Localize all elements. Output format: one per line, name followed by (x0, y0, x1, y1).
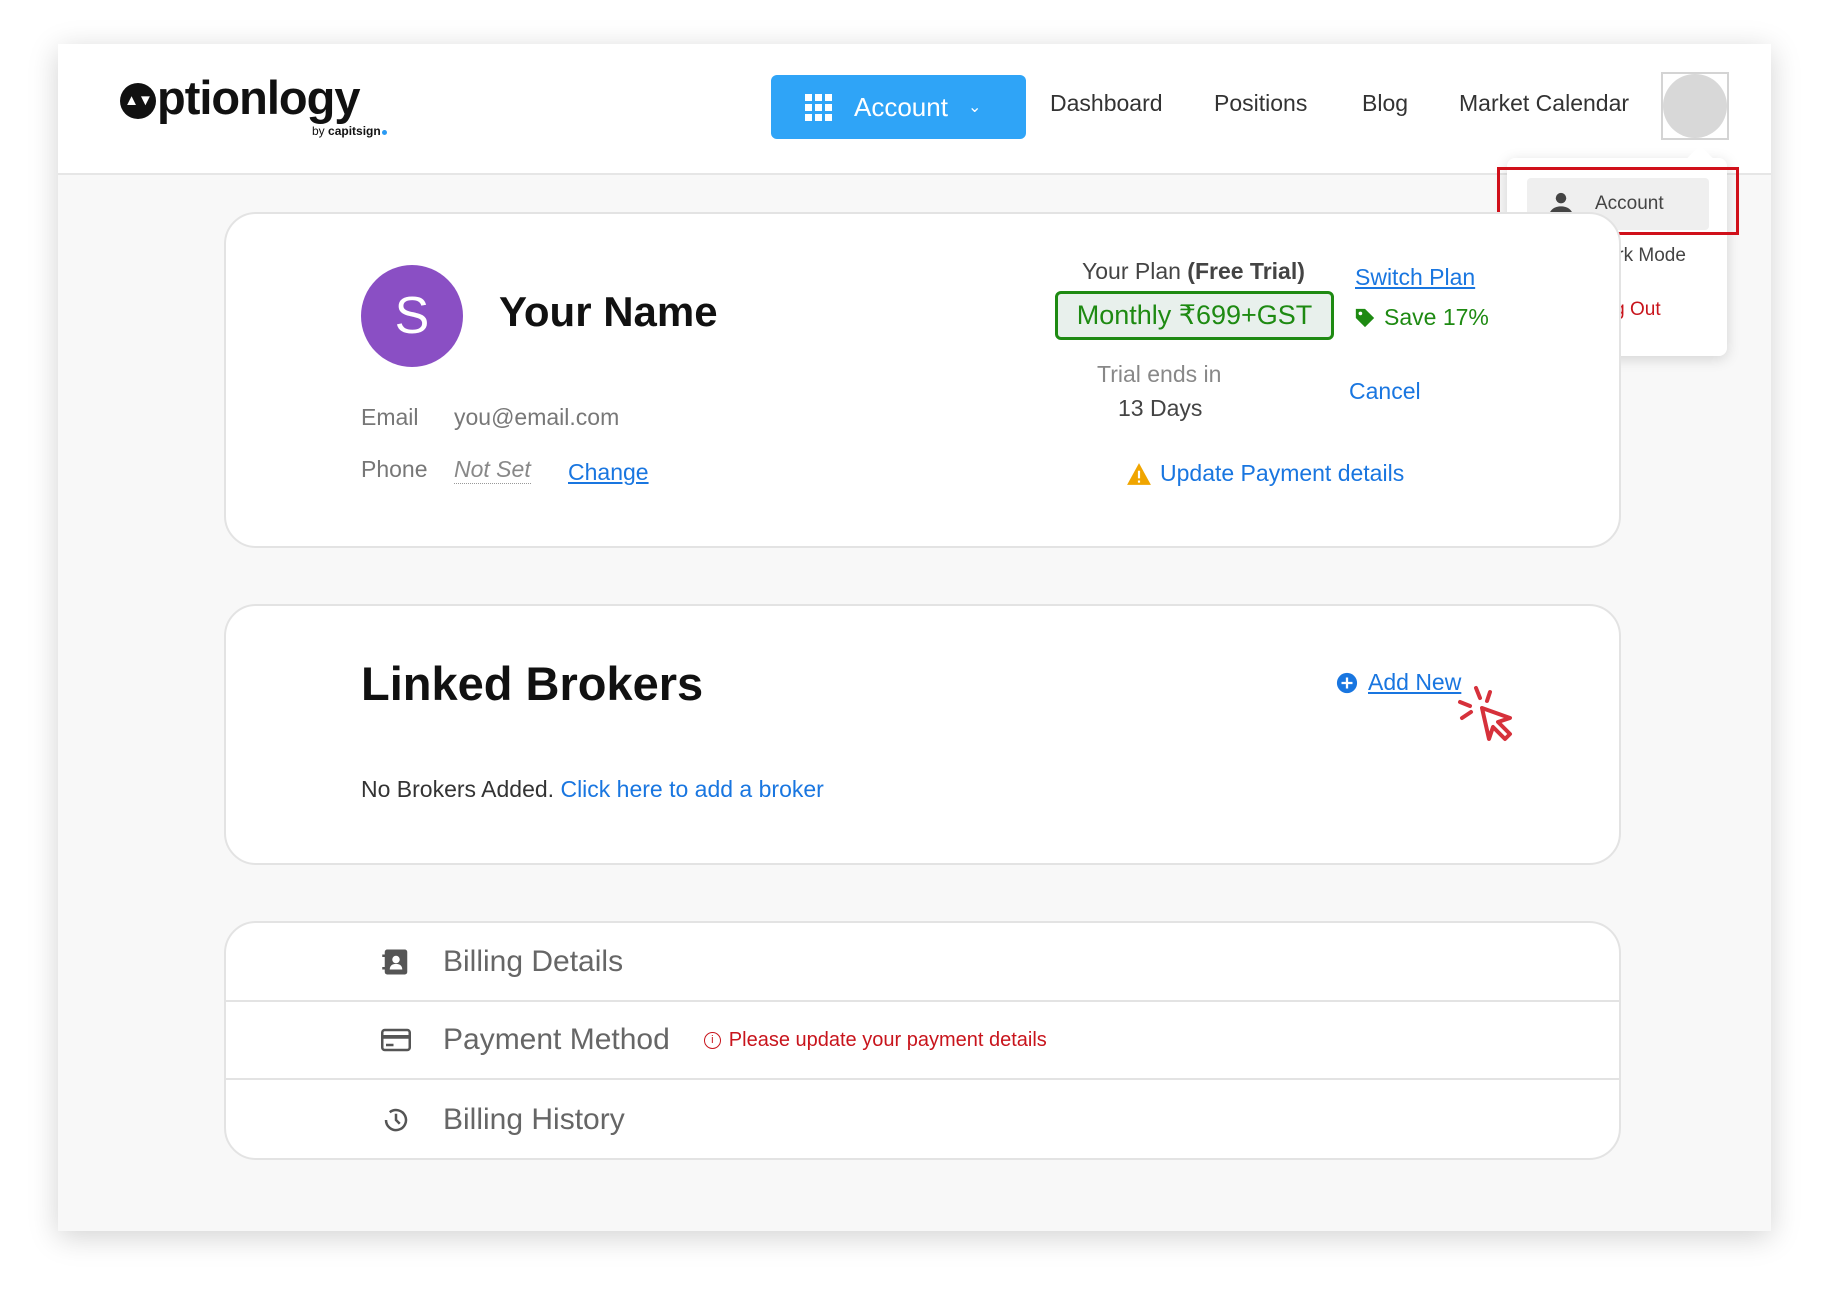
profile-name: Your Name (499, 288, 718, 335)
profile-avatar: S (361, 265, 463, 367)
logo-byline: by capitsign (312, 124, 387, 138)
save-badge: Save 17% (1354, 304, 1489, 331)
nav-blog[interactable]: Blog (1362, 90, 1408, 117)
chevron-down-icon: ⌄ (967, 99, 982, 116)
linked-brokers-card (224, 604, 1621, 865)
payment-warning-text: Please update your payment details (728, 1028, 1047, 1051)
nav-positions[interactable]: Positions (1214, 90, 1307, 117)
add-new-broker-link[interactable]: Add New (1336, 669, 1461, 696)
row-label: Billing Details (443, 944, 624, 978)
warning-icon (1127, 462, 1151, 485)
no-brokers-text: No Brokers Added. (361, 776, 555, 802)
logo[interactable]: ▲▼ ptionlogy (120, 70, 360, 125)
nav-market-calendar[interactable]: Market Calendar (1459, 90, 1629, 117)
nav-dashboard[interactable]: Dashboard (1050, 90, 1163, 117)
plan-label-text: Your Plan (1082, 258, 1181, 284)
cancel-plan-link[interactable]: Cancel (1349, 378, 1421, 405)
email-value: you@email.com (454, 404, 620, 430)
phone-value: Not Set (454, 456, 531, 484)
no-brokers-message: No Brokers Added. Click here to add a br… (361, 776, 824, 803)
plan-price-badge: Monthly ₹699+GST (1055, 291, 1334, 340)
trial-label: Trial ends in (1097, 361, 1222, 387)
billing-details-row[interactable]: Billing Details (226, 923, 1619, 1002)
plan-type: (Free Trial) (1187, 258, 1305, 284)
switch-plan-link[interactable]: Switch Plan (1355, 264, 1475, 291)
byline-prefix: by (312, 124, 325, 138)
history-icon (384, 1108, 408, 1132)
account-button-label: Account (854, 91, 948, 122)
add-broker-link[interactable]: Click here to add a broker (560, 776, 823, 802)
add-new-text: Add New (1368, 669, 1462, 695)
contact-book-icon (382, 949, 408, 974)
plus-circle-icon (1336, 672, 1358, 693)
info-circle-icon: i (703, 1031, 721, 1049)
email-label: Email (361, 404, 419, 430)
change-phone-link[interactable]: Change (568, 459, 649, 486)
apps-grid-icon (805, 93, 832, 121)
row-label: Payment Method (443, 1023, 670, 1056)
credit-card-icon (381, 1028, 411, 1052)
byline-brand: capitsign (328, 124, 381, 138)
row-label: Billing History (443, 1103, 625, 1136)
plan-label: Your Plan (Free Trial) (1082, 258, 1305, 285)
billing-history-row[interactable]: Billing History (226, 1080, 1619, 1158)
payment-method-row[interactable]: Payment Method i Please update your payme… (226, 1002, 1619, 1080)
linked-brokers-title: Linked Brokers (361, 657, 704, 710)
account-menu-button[interactable]: Account ⌄ (771, 75, 1026, 139)
save-text: Save 17% (1384, 304, 1489, 330)
phone-label: Phone (361, 456, 428, 482)
trial-days: 13 Days (1118, 395, 1203, 421)
logo-text: ptionlogy (157, 71, 360, 124)
payment-warning: i Please update your payment details (703, 1028, 1047, 1052)
user-avatar-button[interactable] (1661, 72, 1729, 140)
logo-mark-icon: ▲▼ (120, 82, 156, 119)
tag-icon (1355, 308, 1375, 327)
update-payment-link[interactable]: Update Payment details (1126, 460, 1404, 487)
billing-card: Billing Details Payment Method i Please u… (224, 921, 1621, 1160)
cursor-click-icon (1458, 686, 1512, 741)
update-payment-text: Update Payment details (1160, 460, 1405, 486)
